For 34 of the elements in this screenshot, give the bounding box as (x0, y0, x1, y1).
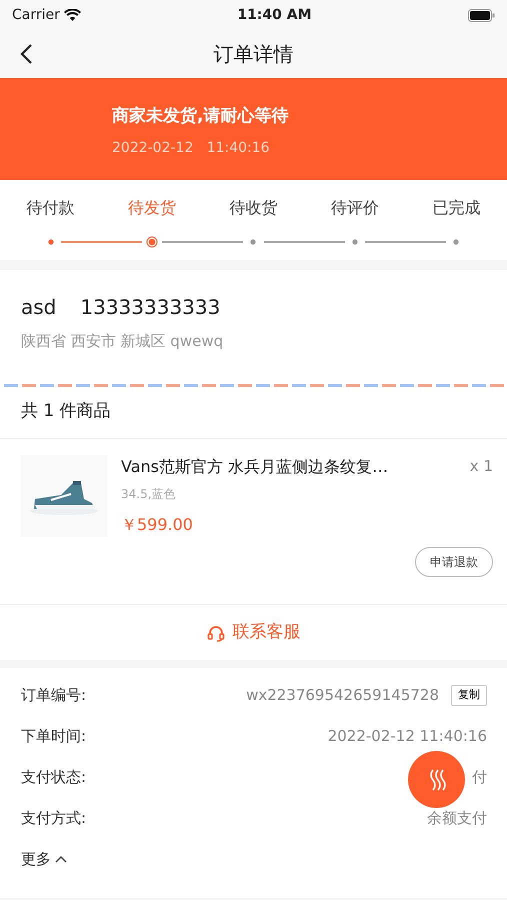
status-time: 2022-02-12 11:40:16 (112, 138, 271, 158)
product-spec: 34.5,蓝色 (121, 486, 177, 503)
step-label: 待付款 (26, 198, 75, 217)
refund-button[interactable]: 申请退款 (415, 547, 493, 577)
carrier-label: Carrier (12, 6, 60, 24)
info-label: 支付方式: (21, 808, 86, 829)
back-icon[interactable] (19, 43, 33, 65)
more-link[interactable]: 更多 (21, 848, 51, 870)
product-price: ￥599.00 (121, 514, 194, 536)
status-message: 商家未发货,请耐心等待 (112, 105, 290, 128)
address-text: 陕西省 西安市 新城区 qwewq (21, 331, 224, 352)
info-label: 下单时间: (21, 726, 86, 747)
page-title: 订单详情 (214, 41, 294, 68)
goods-count: 共 1 件商品 (0, 387, 507, 439)
step-label: 待发货 (128, 198, 176, 217)
recipient-phone: 13333333333 (80, 294, 220, 321)
info-value: wx223769542659145728 (246, 685, 439, 706)
wifi-icon (64, 9, 81, 21)
info-label: 订单编号: (21, 685, 86, 706)
clock: 11:40 AM (237, 6, 312, 24)
chevron-up-icon[interactable] (55, 855, 67, 864)
quantity: x 1 (470, 456, 493, 477)
recipient-name: asd (21, 294, 56, 321)
step-label: 待收货 (230, 198, 278, 217)
step-label: 待评价 (330, 198, 379, 217)
copy-button[interactable]: 复制 (451, 685, 487, 706)
product-title: Vans范斯官方 水兵月蓝侧边条纹复… (121, 456, 390, 478)
info-value: 余额支付 (427, 808, 487, 829)
step-label: 已完成 (432, 198, 480, 217)
headset-icon (206, 624, 224, 642)
info-value: 付 (472, 767, 487, 788)
battery-icon (468, 8, 495, 22)
info-label: 支付状态: (21, 767, 86, 788)
info-value: 2022-02-12 11:40:16 (328, 726, 487, 747)
